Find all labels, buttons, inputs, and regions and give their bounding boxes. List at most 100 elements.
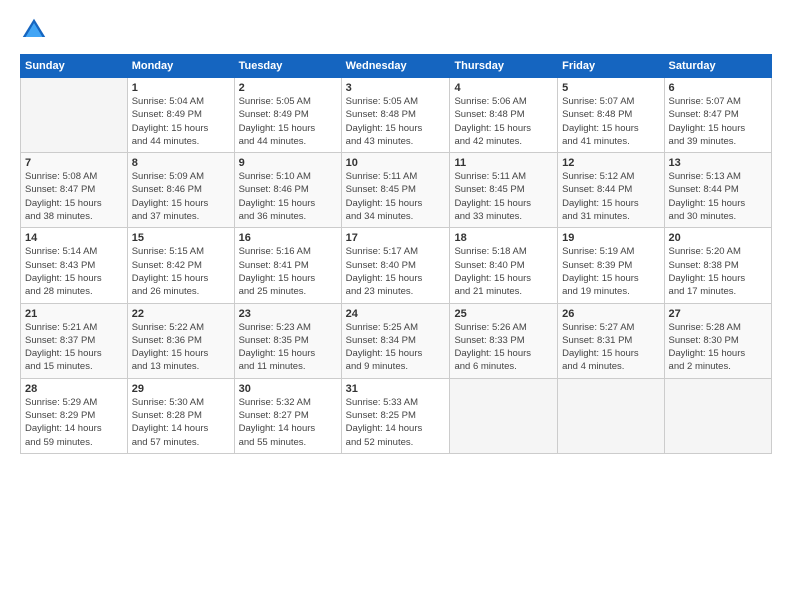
day-number: 18 bbox=[454, 232, 553, 244]
page: SundayMondayTuesdayWednesdayThursdayFrid… bbox=[0, 0, 792, 612]
calendar-cell: 29Sunrise: 5:30 AM Sunset: 8:28 PM Dayli… bbox=[127, 378, 234, 453]
calendar-cell: 13Sunrise: 5:13 AM Sunset: 8:44 PM Dayli… bbox=[664, 153, 771, 228]
calendar-cell: 3Sunrise: 5:05 AM Sunset: 8:48 PM Daylig… bbox=[341, 78, 450, 153]
logo-icon bbox=[20, 16, 48, 44]
weekday-header: Saturday bbox=[664, 55, 771, 78]
calendar-week-row: 28Sunrise: 5:29 AM Sunset: 8:29 PM Dayli… bbox=[21, 378, 772, 453]
day-number: 10 bbox=[346, 157, 446, 169]
calendar-table: SundayMondayTuesdayWednesdayThursdayFrid… bbox=[20, 54, 772, 454]
day-info: Sunrise: 5:20 AM Sunset: 8:38 PM Dayligh… bbox=[669, 245, 767, 298]
calendar-week-row: 14Sunrise: 5:14 AM Sunset: 8:43 PM Dayli… bbox=[21, 228, 772, 303]
day-number: 23 bbox=[239, 308, 337, 320]
calendar-cell bbox=[664, 378, 771, 453]
day-number: 28 bbox=[25, 383, 123, 395]
day-number: 13 bbox=[669, 157, 767, 169]
calendar-header: SundayMondayTuesdayWednesdayThursdayFrid… bbox=[21, 55, 772, 78]
calendar-cell: 9Sunrise: 5:10 AM Sunset: 8:46 PM Daylig… bbox=[234, 153, 341, 228]
day-number: 1 bbox=[132, 82, 230, 94]
calendar-cell bbox=[558, 378, 664, 453]
day-number: 12 bbox=[562, 157, 659, 169]
calendar-cell: 20Sunrise: 5:20 AM Sunset: 8:38 PM Dayli… bbox=[664, 228, 771, 303]
day-number: 5 bbox=[562, 82, 659, 94]
day-info: Sunrise: 5:29 AM Sunset: 8:29 PM Dayligh… bbox=[25, 396, 123, 449]
calendar-cell: 31Sunrise: 5:33 AM Sunset: 8:25 PM Dayli… bbox=[341, 378, 450, 453]
calendar-week-row: 7Sunrise: 5:08 AM Sunset: 8:47 PM Daylig… bbox=[21, 153, 772, 228]
day-info: Sunrise: 5:28 AM Sunset: 8:30 PM Dayligh… bbox=[669, 321, 767, 374]
day-number: 3 bbox=[346, 82, 446, 94]
calendar-cell: 17Sunrise: 5:17 AM Sunset: 8:40 PM Dayli… bbox=[341, 228, 450, 303]
day-number: 2 bbox=[239, 82, 337, 94]
day-info: Sunrise: 5:15 AM Sunset: 8:42 PM Dayligh… bbox=[132, 245, 230, 298]
calendar-cell: 5Sunrise: 5:07 AM Sunset: 8:48 PM Daylig… bbox=[558, 78, 664, 153]
calendar-cell: 4Sunrise: 5:06 AM Sunset: 8:48 PM Daylig… bbox=[450, 78, 558, 153]
day-number: 22 bbox=[132, 308, 230, 320]
calendar-cell: 14Sunrise: 5:14 AM Sunset: 8:43 PM Dayli… bbox=[21, 228, 128, 303]
day-number: 16 bbox=[239, 232, 337, 244]
day-number: 7 bbox=[25, 157, 123, 169]
day-info: Sunrise: 5:04 AM Sunset: 8:49 PM Dayligh… bbox=[132, 95, 230, 148]
header-row: SundayMondayTuesdayWednesdayThursdayFrid… bbox=[21, 55, 772, 78]
day-number: 25 bbox=[454, 308, 553, 320]
day-number: 30 bbox=[239, 383, 337, 395]
weekday-header: Sunday bbox=[21, 55, 128, 78]
calendar-cell: 23Sunrise: 5:23 AM Sunset: 8:35 PM Dayli… bbox=[234, 303, 341, 378]
day-info: Sunrise: 5:17 AM Sunset: 8:40 PM Dayligh… bbox=[346, 245, 446, 298]
calendar-cell: 26Sunrise: 5:27 AM Sunset: 8:31 PM Dayli… bbox=[558, 303, 664, 378]
calendar-cell: 22Sunrise: 5:22 AM Sunset: 8:36 PM Dayli… bbox=[127, 303, 234, 378]
day-number: 26 bbox=[562, 308, 659, 320]
day-info: Sunrise: 5:10 AM Sunset: 8:46 PM Dayligh… bbox=[239, 170, 337, 223]
day-number: 29 bbox=[132, 383, 230, 395]
calendar-cell: 27Sunrise: 5:28 AM Sunset: 8:30 PM Dayli… bbox=[664, 303, 771, 378]
day-info: Sunrise: 5:08 AM Sunset: 8:47 PM Dayligh… bbox=[25, 170, 123, 223]
day-info: Sunrise: 5:16 AM Sunset: 8:41 PM Dayligh… bbox=[239, 245, 337, 298]
day-info: Sunrise: 5:11 AM Sunset: 8:45 PM Dayligh… bbox=[454, 170, 553, 223]
calendar-cell: 6Sunrise: 5:07 AM Sunset: 8:47 PM Daylig… bbox=[664, 78, 771, 153]
day-info: Sunrise: 5:13 AM Sunset: 8:44 PM Dayligh… bbox=[669, 170, 767, 223]
day-number: 11 bbox=[454, 157, 553, 169]
day-info: Sunrise: 5:05 AM Sunset: 8:49 PM Dayligh… bbox=[239, 95, 337, 148]
calendar-cell: 30Sunrise: 5:32 AM Sunset: 8:27 PM Dayli… bbox=[234, 378, 341, 453]
day-info: Sunrise: 5:14 AM Sunset: 8:43 PM Dayligh… bbox=[25, 245, 123, 298]
weekday-header: Thursday bbox=[450, 55, 558, 78]
weekday-header: Monday bbox=[127, 55, 234, 78]
calendar-cell: 19Sunrise: 5:19 AM Sunset: 8:39 PM Dayli… bbox=[558, 228, 664, 303]
weekday-header: Tuesday bbox=[234, 55, 341, 78]
day-info: Sunrise: 5:25 AM Sunset: 8:34 PM Dayligh… bbox=[346, 321, 446, 374]
day-info: Sunrise: 5:30 AM Sunset: 8:28 PM Dayligh… bbox=[132, 396, 230, 449]
day-info: Sunrise: 5:21 AM Sunset: 8:37 PM Dayligh… bbox=[25, 321, 123, 374]
calendar-cell bbox=[450, 378, 558, 453]
day-number: 24 bbox=[346, 308, 446, 320]
day-info: Sunrise: 5:07 AM Sunset: 8:47 PM Dayligh… bbox=[669, 95, 767, 148]
day-info: Sunrise: 5:07 AM Sunset: 8:48 PM Dayligh… bbox=[562, 95, 659, 148]
calendar-cell: 24Sunrise: 5:25 AM Sunset: 8:34 PM Dayli… bbox=[341, 303, 450, 378]
day-info: Sunrise: 5:27 AM Sunset: 8:31 PM Dayligh… bbox=[562, 321, 659, 374]
weekday-header: Wednesday bbox=[341, 55, 450, 78]
calendar-week-row: 21Sunrise: 5:21 AM Sunset: 8:37 PM Dayli… bbox=[21, 303, 772, 378]
calendar-cell: 7Sunrise: 5:08 AM Sunset: 8:47 PM Daylig… bbox=[21, 153, 128, 228]
day-number: 21 bbox=[25, 308, 123, 320]
day-number: 31 bbox=[346, 383, 446, 395]
calendar-cell: 11Sunrise: 5:11 AM Sunset: 8:45 PM Dayli… bbox=[450, 153, 558, 228]
calendar-cell: 2Sunrise: 5:05 AM Sunset: 8:49 PM Daylig… bbox=[234, 78, 341, 153]
calendar-cell bbox=[21, 78, 128, 153]
weekday-header: Friday bbox=[558, 55, 664, 78]
day-info: Sunrise: 5:12 AM Sunset: 8:44 PM Dayligh… bbox=[562, 170, 659, 223]
calendar-cell: 1Sunrise: 5:04 AM Sunset: 8:49 PM Daylig… bbox=[127, 78, 234, 153]
calendar-cell: 25Sunrise: 5:26 AM Sunset: 8:33 PM Dayli… bbox=[450, 303, 558, 378]
calendar-body: 1Sunrise: 5:04 AM Sunset: 8:49 PM Daylig… bbox=[21, 78, 772, 454]
calendar-cell: 28Sunrise: 5:29 AM Sunset: 8:29 PM Dayli… bbox=[21, 378, 128, 453]
day-number: 6 bbox=[669, 82, 767, 94]
calendar-cell: 16Sunrise: 5:16 AM Sunset: 8:41 PM Dayli… bbox=[234, 228, 341, 303]
day-info: Sunrise: 5:06 AM Sunset: 8:48 PM Dayligh… bbox=[454, 95, 553, 148]
day-info: Sunrise: 5:22 AM Sunset: 8:36 PM Dayligh… bbox=[132, 321, 230, 374]
day-info: Sunrise: 5:09 AM Sunset: 8:46 PM Dayligh… bbox=[132, 170, 230, 223]
calendar-cell: 8Sunrise: 5:09 AM Sunset: 8:46 PM Daylig… bbox=[127, 153, 234, 228]
day-info: Sunrise: 5:23 AM Sunset: 8:35 PM Dayligh… bbox=[239, 321, 337, 374]
day-info: Sunrise: 5:19 AM Sunset: 8:39 PM Dayligh… bbox=[562, 245, 659, 298]
calendar-cell: 21Sunrise: 5:21 AM Sunset: 8:37 PM Dayli… bbox=[21, 303, 128, 378]
day-info: Sunrise: 5:11 AM Sunset: 8:45 PM Dayligh… bbox=[346, 170, 446, 223]
calendar-cell: 10Sunrise: 5:11 AM Sunset: 8:45 PM Dayli… bbox=[341, 153, 450, 228]
day-info: Sunrise: 5:33 AM Sunset: 8:25 PM Dayligh… bbox=[346, 396, 446, 449]
day-number: 4 bbox=[454, 82, 553, 94]
calendar-cell: 12Sunrise: 5:12 AM Sunset: 8:44 PM Dayli… bbox=[558, 153, 664, 228]
